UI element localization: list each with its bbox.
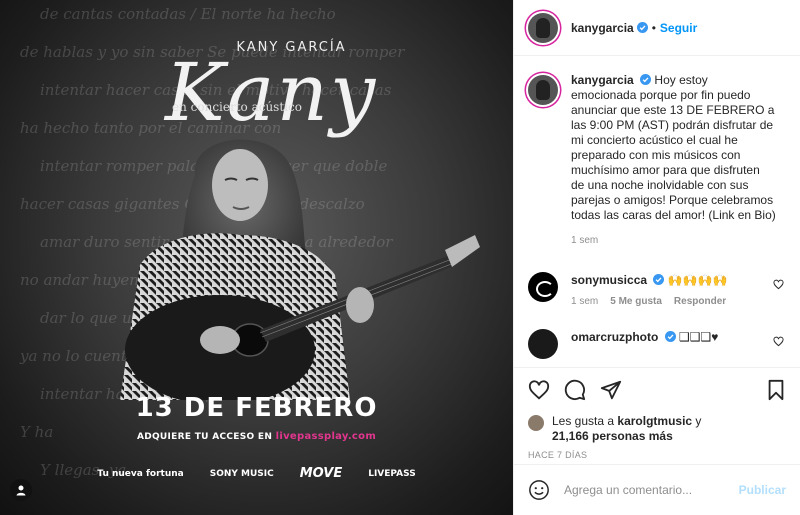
comment-item: omarcruzphoto ❑❑❑♥ [528, 329, 786, 359]
comment-text: ❑❑❑♥ [679, 330, 719, 344]
comment-bubble-icon[interactable] [564, 379, 586, 401]
commenter-avatar[interactable] [528, 272, 558, 302]
add-comment-bar: Publicar [514, 464, 800, 515]
follow-button[interactable]: Seguir [660, 21, 697, 35]
person-icon [16, 485, 26, 496]
reply-button[interactable]: Responder [674, 296, 726, 307]
liked-by-user[interactable]: karolgtmusic [617, 414, 692, 428]
verified-badge-icon [640, 74, 652, 85]
comment-time[interactable]: 1 sem [571, 296, 598, 307]
logo-livepass: LIVEPASS [368, 468, 416, 479]
caption-avatar[interactable] [528, 75, 558, 105]
comment-text: 🙌🙌🙌🙌 [667, 273, 728, 287]
caption-text: Hoy estoy emocionada porque por fin pued… [571, 73, 776, 222]
verified-badge-icon [636, 22, 648, 33]
commenter-username[interactable]: omarcruzphoto [571, 330, 658, 344]
tagged-user-icon[interactable] [10, 479, 32, 501]
comment-item: sonymusicca 🙌🙌🙌🙌 1 sem 5 Me gusta Respon… [528, 272, 786, 307]
logo-move: MOVE [299, 466, 343, 481]
poster-subtitle: en concierto acústico [172, 100, 302, 114]
comment-input[interactable] [564, 483, 739, 497]
author-username[interactable]: kanygarcia [571, 21, 634, 35]
commenter-username[interactable]: sonymusicca [571, 273, 647, 287]
verified-badge-icon [664, 331, 676, 342]
verified-badge-icon [653, 274, 665, 285]
artist-with-guitar-image [120, 139, 480, 400]
caption-time[interactable]: 1 sem [571, 233, 776, 248]
caption-body: kanygarcia Hoy estoy emocionada porque p… [571, 73, 776, 248]
liked-count[interactable]: 21,166 personas más [552, 429, 673, 443]
comment-like-heart-icon[interactable] [773, 336, 784, 347]
likes-summary: Les gusta a karolgtmusic y 21,166 person… [528, 414, 786, 444]
handwriting-line: de cantas contadas / El norte ha hecho [40, 5, 336, 23]
post-image[interactable]: de cantas contadas / El norte ha hecho de… [0, 0, 513, 515]
commenter-avatar[interactable] [528, 329, 558, 359]
poster-date: 13 DE FEBRERO [135, 393, 378, 423]
logo-sony-music: SONY MUSIC [209, 468, 274, 479]
post-actions: Les gusta a karolgtmusic y 21,166 person… [514, 367, 800, 460]
caption-username[interactable]: kanygarcia [571, 73, 634, 87]
author-avatar[interactable] [528, 12, 558, 43]
logo-tu-nueva-fortuna: Tu nueva fortuna [97, 468, 184, 479]
comments-list[interactable]: kanygarcia Hoy estoy emocionada porque p… [514, 57, 800, 367]
access-link: livepassplay.com [275, 431, 377, 442]
like-heart-icon[interactable] [528, 379, 550, 401]
post-header: kanygarcia • Seguir [514, 0, 800, 56]
comment-likes[interactable]: 5 Me gusta [610, 296, 662, 307]
share-paper-plane-icon[interactable] [600, 379, 622, 401]
liker-avatar[interactable] [528, 415, 544, 431]
posted-ago[interactable]: HACE 7 DÍAS [528, 450, 786, 460]
publish-button[interactable]: Publicar [739, 483, 786, 497]
comment-like-heart-icon[interactable] [773, 279, 784, 290]
liked-by-mid: y [692, 414, 702, 428]
poster-script-title: Kany [165, 46, 378, 139]
liked-by-prefix: Les gusta a [552, 414, 618, 428]
sponsor-logos: Tu nueva fortuna SONY MUSIC MOVE LIVEPAS… [0, 466, 513, 481]
poster-access-line: ADQUIERE TU ACCESO EN livepassplay.com [0, 431, 513, 442]
post-sidebar: kanygarcia • Seguir kanygarcia Hoy estoy… [513, 0, 800, 515]
separator-dot: • [651, 20, 656, 35]
access-prefix: ADQUIERE TU ACCESO EN [136, 432, 276, 442]
save-bookmark-icon[interactable] [766, 379, 786, 401]
post-caption: kanygarcia Hoy estoy emocionada porque p… [528, 73, 786, 248]
comment-meta: 1 sem 5 Me gusta Responder [571, 296, 728, 307]
emoji-smiley-icon[interactable] [528, 479, 550, 501]
